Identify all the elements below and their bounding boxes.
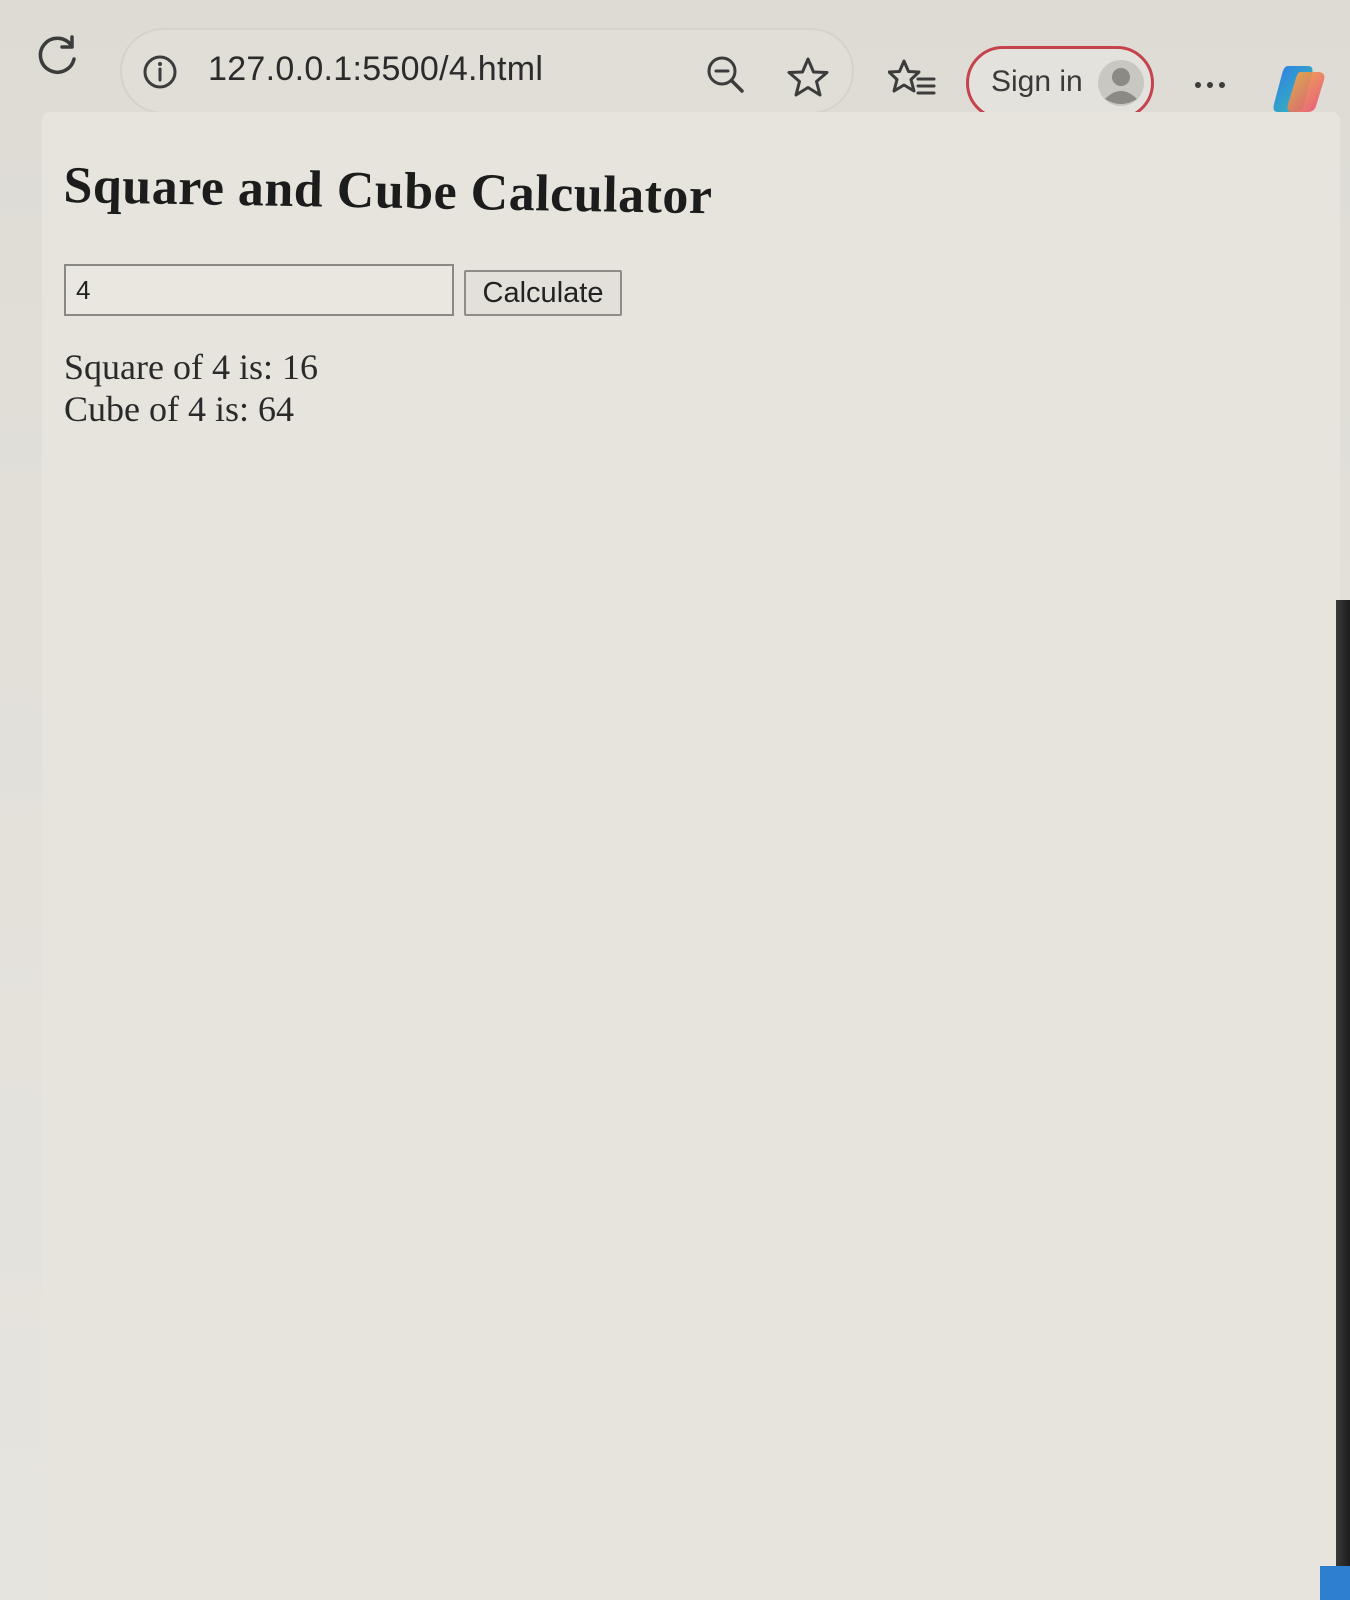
results: Square of 4 is: 16 Cube of 4 is: 64 — [64, 346, 318, 430]
star-icon[interactable] — [786, 56, 830, 100]
zoom-out-icon[interactable] — [705, 54, 745, 94]
page-viewport: Square and Cube Calculator Calculate Squ… — [42, 112, 1340, 1600]
page-title: Square and Cube Calculator — [62, 156, 714, 226]
sign-in-label: Sign in — [991, 65, 1083, 98]
copilot-icon[interactable] — [1270, 60, 1328, 118]
screen: 127.0.0.1:5500/4.html Sign in Square and… — [0, 0, 1350, 1600]
taskbar-corner — [1320, 1566, 1350, 1600]
avatar-icon — [1098, 60, 1144, 106]
more-icon[interactable] — [1190, 70, 1230, 100]
cube-result: Cube of 4 is: 64 — [64, 389, 294, 429]
calculate-button[interactable]: Calculate — [464, 270, 622, 316]
number-input[interactable] — [64, 264, 454, 316]
reload-button[interactable] — [30, 28, 86, 84]
favorites-list-icon[interactable] — [888, 58, 936, 102]
screen-bezel — [1336, 600, 1350, 1600]
info-icon[interactable] — [142, 54, 178, 90]
url-text[interactable]: 127.0.0.1:5500/4.html — [208, 50, 543, 89]
square-result: Square of 4 is: 16 — [64, 347, 318, 387]
browser-toolbar: 127.0.0.1:5500/4.html Sign in — [0, 0, 1350, 130]
reload-icon — [38, 35, 76, 74]
sign-in-button[interactable]: Sign in — [966, 46, 1154, 120]
